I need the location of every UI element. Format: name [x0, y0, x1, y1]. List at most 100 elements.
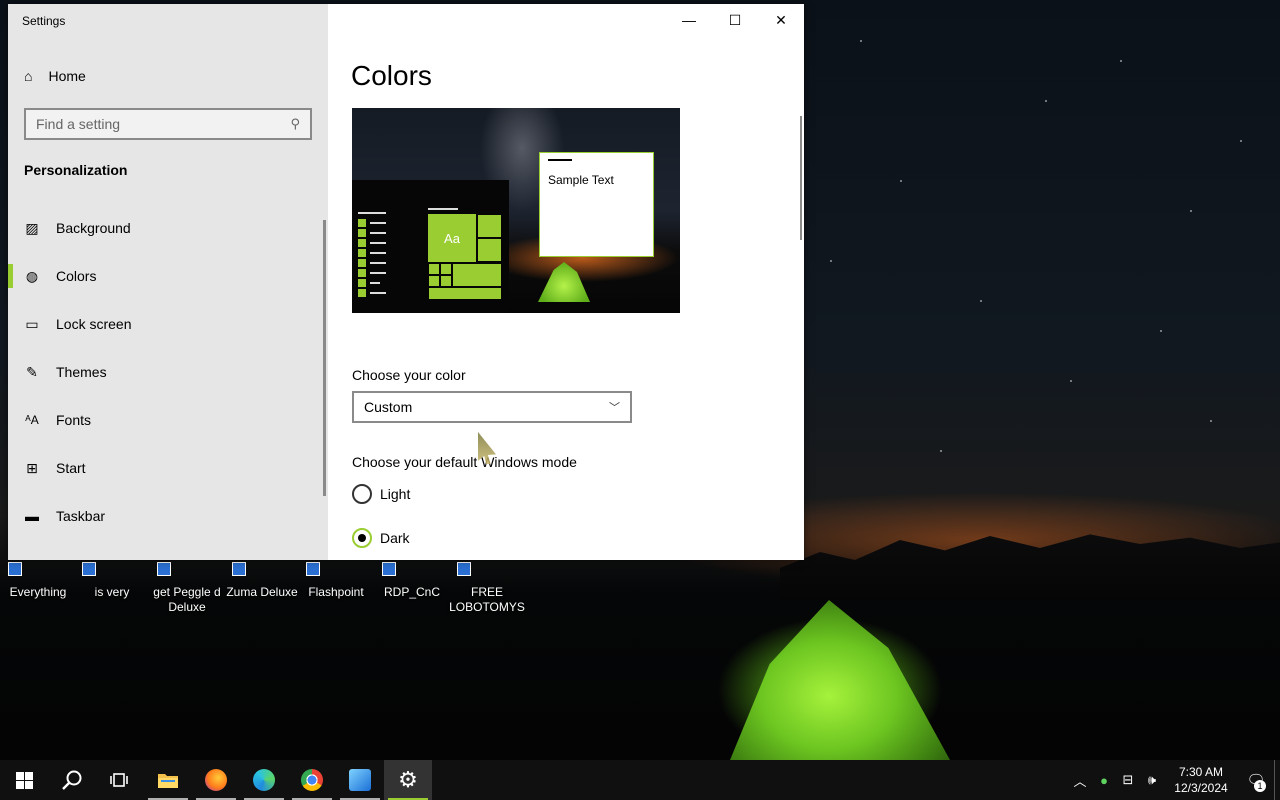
search-input[interactable] [36, 116, 291, 132]
notification-button[interactable]: 🗨 1 [1238, 760, 1274, 800]
sidebar-item-label: Start [56, 460, 86, 476]
preview-tile-header [428, 208, 458, 210]
start-button[interactable] [0, 760, 48, 800]
sidebar-item-background[interactable]: ▨ Background [8, 204, 324, 252]
minimize-button[interactable]: — [666, 4, 712, 36]
nav-list: ▨ Background ◍ Colors ▭ Lock screen ✎ Th… [8, 204, 324, 540]
sidebar: Settings ⌂ Home ⚲ Personalization ▨ Back… [8, 4, 328, 560]
sidebar-item-label: Colors [56, 268, 97, 284]
clock[interactable]: 7:30 AM 12/3/2024 [1164, 764, 1238, 796]
desktop-icon-flashpoint[interactable]: Flashpoint [298, 560, 374, 600]
choose-color-label: Choose your color [352, 367, 466, 383]
sidebar-item-fonts[interactable]: ᴬA Fonts [8, 396, 324, 444]
search-box[interactable]: ⚲ [24, 108, 312, 140]
sidebar-item-label: Themes [56, 364, 107, 380]
color-select-value: Custom [364, 399, 413, 415]
shortcut-icon [224, 560, 300, 578]
gear-icon: ⚙ [398, 767, 418, 792]
desktop-icon-is-very[interactable]: is very [74, 560, 150, 600]
desktop-icon-free-lobotomys[interactable]: FREE LOBOTOMYS [449, 560, 525, 615]
brush-icon: ✎ [26, 363, 38, 380]
photos-icon [349, 769, 371, 791]
page-title: Colors [351, 60, 432, 91]
sidebar-item-label: Fonts [56, 412, 92, 428]
font-icon: ᴬA [25, 413, 39, 427]
desktop-icon-label: RDP_CnC [383, 585, 440, 599]
radio-dark[interactable]: Dark [352, 528, 410, 548]
sidebar-item-start[interactable]: ⊞ Start [8, 444, 324, 492]
show-desktop-button[interactable] [1274, 760, 1280, 800]
radio-dark-circle[interactable] [352, 528, 372, 548]
shortcut-icon [74, 560, 150, 578]
sidebar-item-lock-screen[interactable]: ▭ Lock screen [8, 300, 324, 348]
notification-count: 1 [1254, 780, 1266, 792]
firefox-button[interactable] [192, 760, 240, 800]
close-button[interactable]: ✕ [758, 4, 804, 36]
desktop-icon-zuma[interactable]: Zuma Deluxe [224, 560, 300, 600]
maximize-button[interactable]: ☐ [712, 4, 758, 36]
folder-icon [158, 774, 178, 788]
clock-time: 7:30 AM [1178, 765, 1224, 779]
main-content: — ☐ ✕ Colors Aa Sample Text Choose your … [328, 4, 804, 560]
edge-button[interactable] [240, 760, 288, 800]
picture-icon: ▨ [25, 219, 39, 236]
file-explorer-button[interactable] [144, 760, 192, 800]
edge-icon [253, 769, 275, 791]
section-title: Personalization [24, 162, 128, 178]
desktop-icon-label: get Peggle d Deluxe [153, 585, 221, 614]
palette-icon: ◍ [25, 267, 39, 284]
windows-icon [15, 771, 33, 789]
photos-button[interactable] [336, 760, 384, 800]
radio-light-circle[interactable] [352, 484, 372, 504]
preview-app-list [358, 208, 386, 298]
taskbar: ⚙ ︿ ● ⊟ 🕪 7:30 AM 12/3/2024 🗨 1 [0, 760, 1280, 800]
radio-light-label: Light [380, 486, 411, 502]
color-select[interactable]: Custom ﹀ [352, 391, 632, 423]
task-view-button[interactable] [96, 760, 144, 800]
window-controls: — ☐ ✕ [666, 4, 804, 36]
sidebar-item-taskbar[interactable]: ▬ Taskbar [8, 492, 324, 540]
nav-home[interactable]: ⌂ Home [24, 68, 86, 84]
volume-icon[interactable]: 🕪 [1140, 760, 1164, 800]
sidebar-item-label: Taskbar [56, 508, 106, 524]
shortcut-icon [0, 560, 76, 578]
preview-sample-text: Sample Text [548, 173, 614, 187]
sidebar-item-colors[interactable]: ◍ Colors [8, 252, 324, 300]
settings-button[interactable]: ⚙ [384, 760, 432, 800]
preview-tiles: Aa [428, 214, 502, 300]
lock-screen-icon: ▭ [25, 315, 39, 332]
system-tray: ︿ ● ⊟ 🕪 7:30 AM 12/3/2024 🗨 1 [1068, 760, 1280, 800]
sidebar-scrollbar[interactable] [323, 220, 326, 496]
chevron-up-icon[interactable]: ︿ [1068, 760, 1092, 800]
chrome-button[interactable] [288, 760, 336, 800]
desktop-icon-peggle[interactable]: get Peggle d Deluxe [149, 560, 225, 615]
content-scrollbar[interactable] [800, 116, 802, 240]
shortcut-icon [298, 560, 374, 578]
clock-date: 12/3/2024 [1174, 781, 1228, 795]
task-view-icon [110, 773, 128, 787]
preview-tile-aa: Aa [428, 214, 476, 262]
preview-tent [538, 262, 590, 302]
desktop-icon-rdp-cnc[interactable]: RDP_CnC [374, 560, 450, 600]
sidebar-item-themes[interactable]: ✎ Themes [8, 348, 324, 396]
firefox-icon [205, 769, 227, 791]
desktop-icon-everything[interactable]: Everything [0, 560, 76, 600]
search-icon [62, 770, 82, 790]
user-icon[interactable]: ● [1092, 760, 1116, 800]
windows-mode-label: Choose your default Windows mode [352, 454, 577, 470]
shortcut-icon [149, 560, 225, 578]
search-button[interactable] [48, 760, 96, 800]
window-title: Settings [22, 14, 66, 28]
start-icon: ⊞ [26, 459, 38, 476]
chevron-down-icon: ﹀ [609, 402, 620, 414]
taskbar-icon: ▬ [25, 508, 39, 524]
desktop-icon-label: FREE LOBOTOMYS [449, 585, 525, 614]
search-icon: ⚲ [290, 116, 300, 131]
desktop-icon-label: Zuma Deluxe [226, 585, 298, 599]
network-icon[interactable]: ⊟ [1116, 760, 1140, 800]
radio-light[interactable]: Light [352, 484, 410, 504]
desktop-icon-label: Everything [9, 585, 67, 599]
shortcut-icon [374, 560, 450, 578]
home-icon: ⌂ [24, 68, 33, 84]
chrome-icon [301, 769, 323, 791]
